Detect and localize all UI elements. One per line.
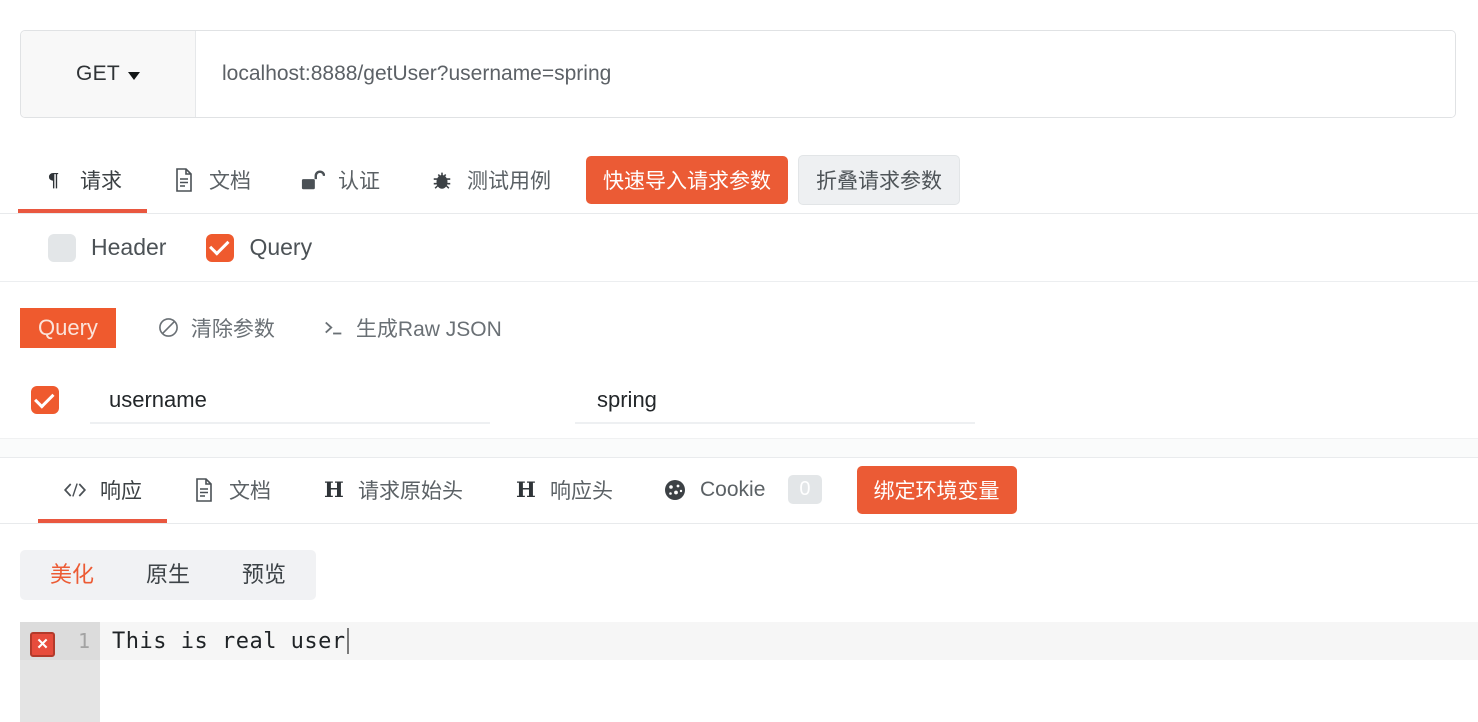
header-h-icon: H (513, 478, 537, 502)
view-mode-beautify[interactable]: 美化 (24, 550, 120, 600)
quick-import-params-button[interactable]: 快速导入请求参数 (586, 156, 788, 204)
bind-env-variable-button[interactable]: 绑定环境变量 (857, 466, 1017, 514)
param-enable-cell (0, 386, 90, 414)
query-section-toolbar: Query 清除参数 生成Raw JSON (0, 300, 1478, 355)
check-icon (209, 235, 230, 256)
generate-raw-json-action[interactable]: 生成Raw JSON (323, 313, 502, 343)
editor-code-line[interactable]: This is real user (100, 622, 1478, 660)
http-method-select[interactable]: GET (21, 31, 196, 117)
editor-gutter-line: ✕ 1 (20, 622, 100, 660)
bug-icon (430, 168, 454, 192)
tab-document[interactable]: 文档 (147, 147, 276, 213)
tab-auth[interactable]: 认证 (276, 147, 405, 213)
view-mode-raw[interactable]: 原生 (120, 550, 216, 600)
tab-response-header-label: 响应头 (550, 475, 613, 505)
header-checkbox[interactable] (48, 234, 76, 262)
url-input[interactable]: localhost:8888/getUser?username=spring (196, 31, 1455, 117)
param-key-input[interactable]: username (90, 362, 490, 438)
tab-testcase-label: 测试用例 (467, 165, 551, 195)
cookie-icon (663, 478, 687, 502)
tab-response-document[interactable]: 文档 (167, 457, 296, 523)
check-icon (34, 388, 55, 409)
tab-testcase[interactable]: 测试用例 (405, 147, 576, 213)
param-type-check-row: Header Query (0, 214, 1478, 282)
editor-gutter: ✕ 1 (20, 622, 100, 722)
svg-text:¶: ¶ (48, 170, 60, 191)
param-value-input[interactable]: spring (575, 362, 975, 438)
request-url-bar: GET localhost:8888/getUser?username=spri… (20, 30, 1456, 118)
tab-auth-label: 认证 (338, 165, 380, 195)
tab-response-header[interactable]: H 响应头 (488, 457, 638, 523)
chevron-down-icon (128, 72, 140, 80)
checkbox-item-query[interactable]: Query (206, 234, 312, 262)
tab-response-label: 响应 (100, 475, 142, 505)
tab-response-document-label: 文档 (229, 475, 271, 505)
query-checkbox-label: Query (249, 234, 312, 261)
response-body-editor[interactable]: ✕ 1 This is real user (20, 622, 1478, 722)
error-marker-icon[interactable]: ✕ (30, 632, 55, 657)
ban-icon (158, 317, 180, 339)
document-icon (172, 168, 196, 192)
document-icon (192, 478, 216, 502)
terminal-icon (323, 317, 345, 339)
clear-params-action[interactable]: 清除参数 (158, 313, 275, 343)
editor-code-area[interactable]: This is real user (100, 622, 1478, 722)
tab-request-raw-header-label: 请求原始头 (358, 475, 463, 505)
query-checkbox[interactable] (206, 234, 234, 262)
param-enabled-checkbox[interactable] (31, 386, 59, 414)
tab-response[interactable]: 响应 (38, 457, 167, 523)
code-icon (63, 478, 87, 502)
tab-document-label: 文档 (209, 165, 251, 195)
tab-request[interactable]: ¶ 请求 (18, 147, 147, 213)
tab-cookie-label: Cookie (700, 478, 765, 502)
pilcrow-icon: ¶ (43, 168, 67, 192)
api-client-window: GET localhost:8888/getUser?username=spri… (0, 0, 1478, 722)
response-tab-strip: 响应 文档 H 请求原始头 H 响应头 Cookie 0 (0, 456, 1478, 524)
tab-request-label: 请求 (80, 165, 122, 195)
text-cursor (347, 628, 349, 654)
editor-code-text: This is real user (112, 629, 346, 654)
http-method-label: GET (76, 62, 120, 86)
collapse-params-button[interactable]: 折叠请求参数 (798, 155, 960, 205)
clear-params-label: 清除参数 (191, 313, 275, 343)
unlock-icon (301, 168, 325, 192)
cookie-count-badge: 0 (788, 475, 821, 504)
tab-request-raw-header[interactable]: H 请求原始头 (296, 457, 488, 523)
editor-line-number: 1 (78, 629, 90, 653)
section-divider (0, 438, 1478, 458)
request-tab-strip: ¶ 请求 文档 认证 测试用例 快速导入请求参数 折叠请求参数 (0, 146, 1478, 214)
checkbox-item-header[interactable]: Header (48, 234, 166, 262)
generate-raw-json-label: 生成Raw JSON (356, 313, 502, 343)
svg-text:H: H (516, 478, 536, 502)
header-h-icon: H (321, 478, 345, 502)
svg-text:H: H (324, 478, 344, 502)
query-section-tab[interactable]: Query (20, 308, 116, 348)
param-table-row: username spring (0, 362, 1478, 438)
tab-cookie[interactable]: Cookie 0 (638, 457, 847, 523)
editor-empty-space[interactable] (100, 660, 1478, 722)
view-mode-preview[interactable]: 预览 (216, 550, 312, 600)
header-checkbox-label: Header (91, 234, 166, 261)
response-view-switch: 美化 原生 预览 (20, 550, 316, 600)
